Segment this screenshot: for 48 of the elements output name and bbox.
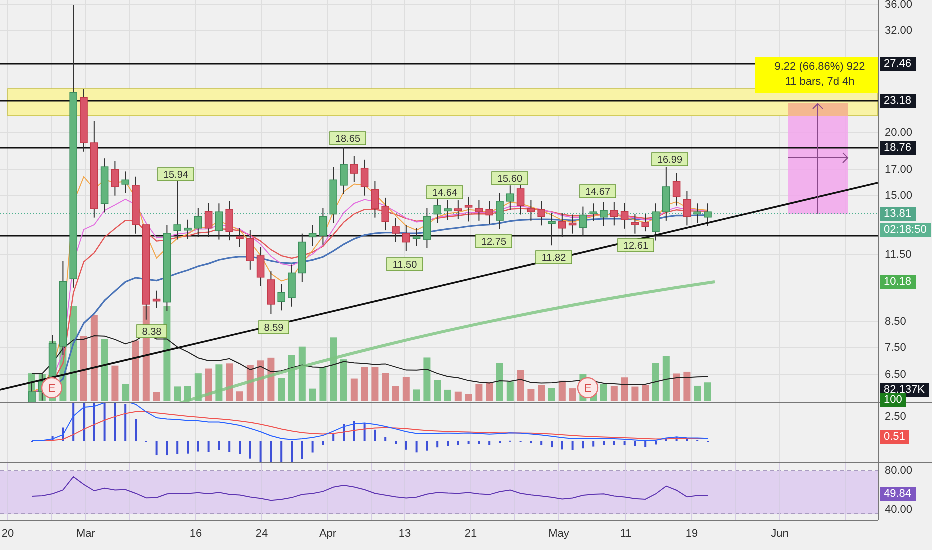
price-callout: 18.65 [330,132,366,146]
price-callout: 14.64 [426,186,464,200]
price-tag: 100 [880,393,906,407]
measure-change: 9.22 (66.86%) 922 [774,60,866,75]
rsi-tick: 40.00 [885,503,913,517]
time-label: 20 [2,528,14,540]
price-tick: 17.00 [885,163,913,177]
price-callout: 11.82 [536,250,572,264]
price-tag: 23.18 [880,94,916,108]
price-tick: 7.50 [885,341,906,355]
price-tick: 15.00 [885,189,913,203]
time-label: 11 [620,528,632,540]
rsi-tick: 80.00 [885,464,913,478]
time-label: May [548,528,570,540]
time-label: Mar [76,528,96,540]
price-callout: 8.59 [258,320,290,334]
time-label: 19 [686,528,698,540]
price-callout: 11.50 [386,258,424,272]
price-callout: 14.67 [580,184,616,198]
earnings-marker: E [577,377,599,399]
price-callout: 12.75 [476,234,512,248]
price-tick: 36.00 [885,0,913,12]
price-tag: 49.84 [880,487,916,501]
price-callout: 15.94 [158,168,194,182]
price-callout: 8.38 [136,324,168,338]
time-label: 13 [398,528,412,540]
time-label: Apr [319,528,337,540]
measure-duration: 11 bars, 7d 4h [785,75,855,90]
price-tick: 11.50 [885,248,912,262]
macd-tick: 2.50 [885,410,906,424]
price-tick: 8.50 [885,315,906,329]
price-tag: 0.51 [880,430,910,444]
price-callout: 12.61 [618,238,654,252]
earnings-marker: E [41,377,63,399]
time-label: 16 [190,528,202,540]
price-tick: 6.50 [885,368,906,382]
time-label: 21 [464,528,478,540]
price-tag: 27.46 [880,57,916,71]
price-tick: 20.00 [885,126,913,140]
price-tick: 32.00 [885,24,913,38]
price-tag: 02:18:50 [880,223,931,237]
price-callout: 16.99 [652,152,688,166]
price-tag: 10.18 [880,275,916,289]
price-tag: 13.81 [880,207,916,221]
price-callout: 15.60 [492,172,528,186]
time-label: Jun [771,528,789,540]
time-label: 24 [256,528,268,540]
price-tag: 18.76 [880,141,916,155]
